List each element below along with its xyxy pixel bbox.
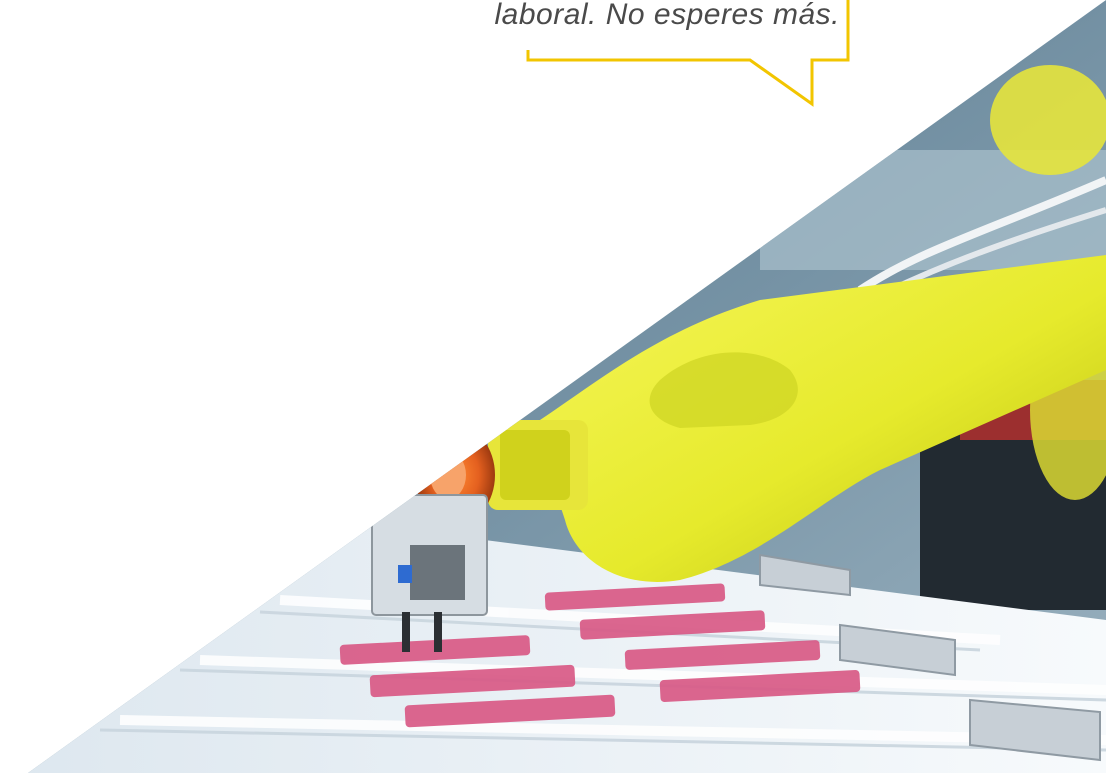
page: laboral. No esperes más.	[0, 0, 1106, 773]
callout-text: laboral. No esperes más.	[494, 0, 840, 31]
